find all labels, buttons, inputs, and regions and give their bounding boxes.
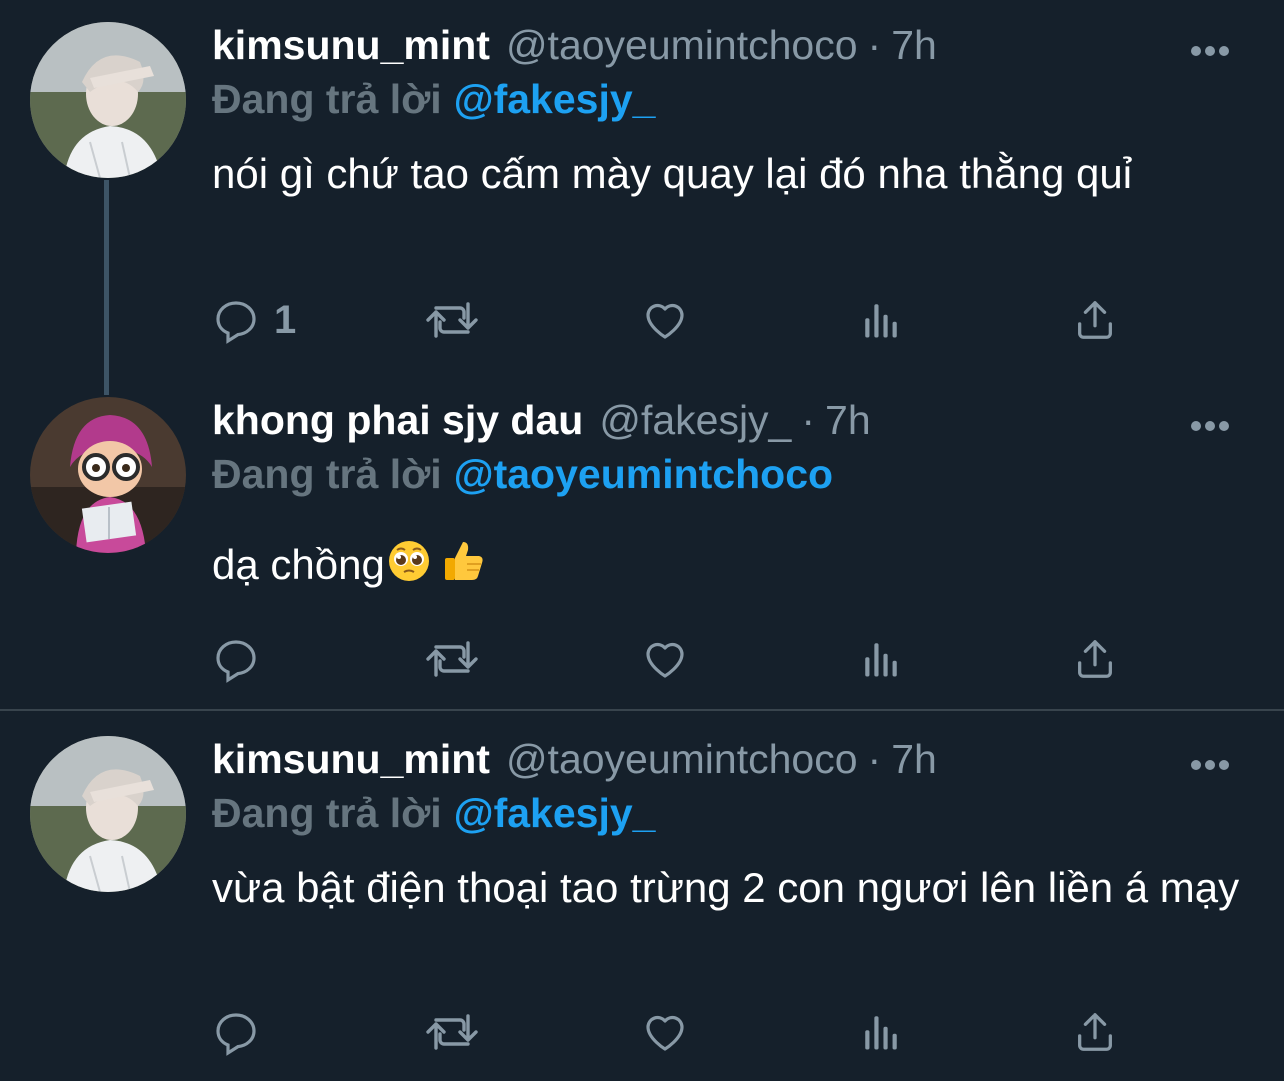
- mention-link[interactable]: @fakesjy_: [454, 76, 656, 122]
- replying-to: Đang trả lời @fakesjy_: [212, 76, 655, 123]
- share-button[interactable]: [1072, 290, 1118, 350]
- tweet-3[interactable]: kimsunu_mint @taoyeumintchoco · 7h Đang …: [0, 736, 1284, 1066]
- heart-icon: [646, 303, 684, 339]
- tweet-text: nói gì chứ tao cấm mày quay lại đó nha t…: [212, 150, 1133, 197]
- avatar[interactable]: [30, 22, 186, 178]
- thumbs-up-emoji: [441, 538, 487, 598]
- avatar-cartoon-icon: [30, 397, 186, 553]
- display-name[interactable]: kimsunu_mint: [212, 22, 490, 69]
- retweet-icon: [426, 302, 478, 338]
- analytics-button[interactable]: [860, 629, 902, 689]
- pleading-face-emoji: [387, 539, 431, 597]
- replying-to-label: Đang trả lời: [212, 76, 442, 122]
- tweet-text: dạ chồng: [212, 537, 1252, 598]
- tweet-2[interactable]: khong phai sjy dau @fakesjy_ · 7h Đang t…: [0, 397, 1284, 697]
- reply-icon: [216, 301, 256, 344]
- share-icon: [1078, 640, 1112, 678]
- more-options-button[interactable]: [1190, 419, 1250, 439]
- reply-button[interactable]: [212, 629, 274, 689]
- heart-icon: [646, 1015, 684, 1051]
- heart-icon: [646, 642, 684, 678]
- avatar[interactable]: [30, 397, 186, 553]
- reply-button[interactable]: [212, 1002, 274, 1062]
- retweet-button[interactable]: [424, 290, 480, 350]
- more-options-icon: [1191, 421, 1229, 431]
- analytics-icon: [865, 643, 897, 677]
- reply-icon: [216, 640, 256, 683]
- user-handle[interactable]: @taoyeumintchoco: [506, 22, 858, 69]
- user-handle[interactable]: @fakesjy_: [599, 397, 791, 444]
- analytics-icon: [865, 304, 897, 338]
- action-bar: 1: [212, 290, 1132, 350]
- display-name[interactable]: kimsunu_mint: [212, 736, 490, 783]
- tweet-header: kimsunu_mint @taoyeumintchoco · 7h: [212, 22, 937, 74]
- separator-dot: ·: [867, 22, 882, 68]
- separator-dot: ·: [867, 736, 882, 782]
- reply-icon: [216, 1013, 256, 1056]
- more-options-icon: [1191, 46, 1229, 56]
- timestamp[interactable]: 7h: [825, 397, 871, 444]
- tweet-text-content: dạ chồng: [212, 541, 385, 588]
- replying-to: Đang trả lời @taoyeumintchoco: [212, 451, 833, 498]
- more-options-button[interactable]: [1190, 44, 1250, 64]
- analytics-button[interactable]: [860, 290, 902, 350]
- tweet-divider: [0, 709, 1284, 711]
- action-bar: [212, 629, 1132, 689]
- timestamp[interactable]: 7h: [891, 736, 937, 783]
- mention-link[interactable]: @taoyeumintchoco: [454, 451, 833, 497]
- more-options-button[interactable]: [1190, 758, 1250, 778]
- retweet-button[interactable]: [424, 1002, 480, 1062]
- reply-count: 1: [274, 297, 297, 342]
- user-handle[interactable]: @taoyeumintchoco: [506, 736, 858, 783]
- timestamp[interactable]: 7h: [891, 22, 937, 69]
- tweet-1[interactable]: kimsunu_mint @taoyeumintchoco · 7h Đang …: [0, 22, 1284, 352]
- retweet-button[interactable]: [424, 629, 480, 689]
- retweet-icon: [426, 1014, 478, 1050]
- analytics-icon: [865, 1016, 897, 1050]
- analytics-button[interactable]: [860, 1002, 902, 1062]
- display-name[interactable]: khong phai sjy dau: [212, 397, 583, 444]
- share-button[interactable]: [1072, 1002, 1118, 1062]
- like-button[interactable]: [640, 1002, 690, 1062]
- action-bar: [212, 1002, 1132, 1062]
- mention-link[interactable]: @fakesjy_: [454, 790, 656, 836]
- reply-button[interactable]: 1: [212, 290, 296, 350]
- retweet-icon: [426, 641, 478, 677]
- more-options-icon: [1191, 760, 1229, 770]
- separator-dot: ·: [801, 397, 816, 443]
- share-button[interactable]: [1072, 629, 1118, 689]
- tweet-header: khong phai sjy dau @fakesjy_ · 7h: [212, 397, 871, 449]
- avatar[interactable]: [30, 736, 186, 892]
- like-button[interactable]: [640, 290, 690, 350]
- avatar-photo-icon: [30, 22, 186, 178]
- tweet-header: kimsunu_mint @taoyeumintchoco · 7h: [212, 736, 937, 788]
- replying-to-label: Đang trả lời: [212, 451, 442, 497]
- replying-to: Đang trả lời @fakesjy_: [212, 790, 655, 837]
- share-icon: [1078, 301, 1112, 339]
- tweet-text: vừa bật điện thoại tao trừng 2 con ngươi…: [212, 864, 1240, 911]
- replying-to-label: Đang trả lời: [212, 790, 442, 836]
- avatar-photo-icon: [30, 736, 186, 892]
- share-icon: [1078, 1013, 1112, 1051]
- like-button[interactable]: [640, 629, 690, 689]
